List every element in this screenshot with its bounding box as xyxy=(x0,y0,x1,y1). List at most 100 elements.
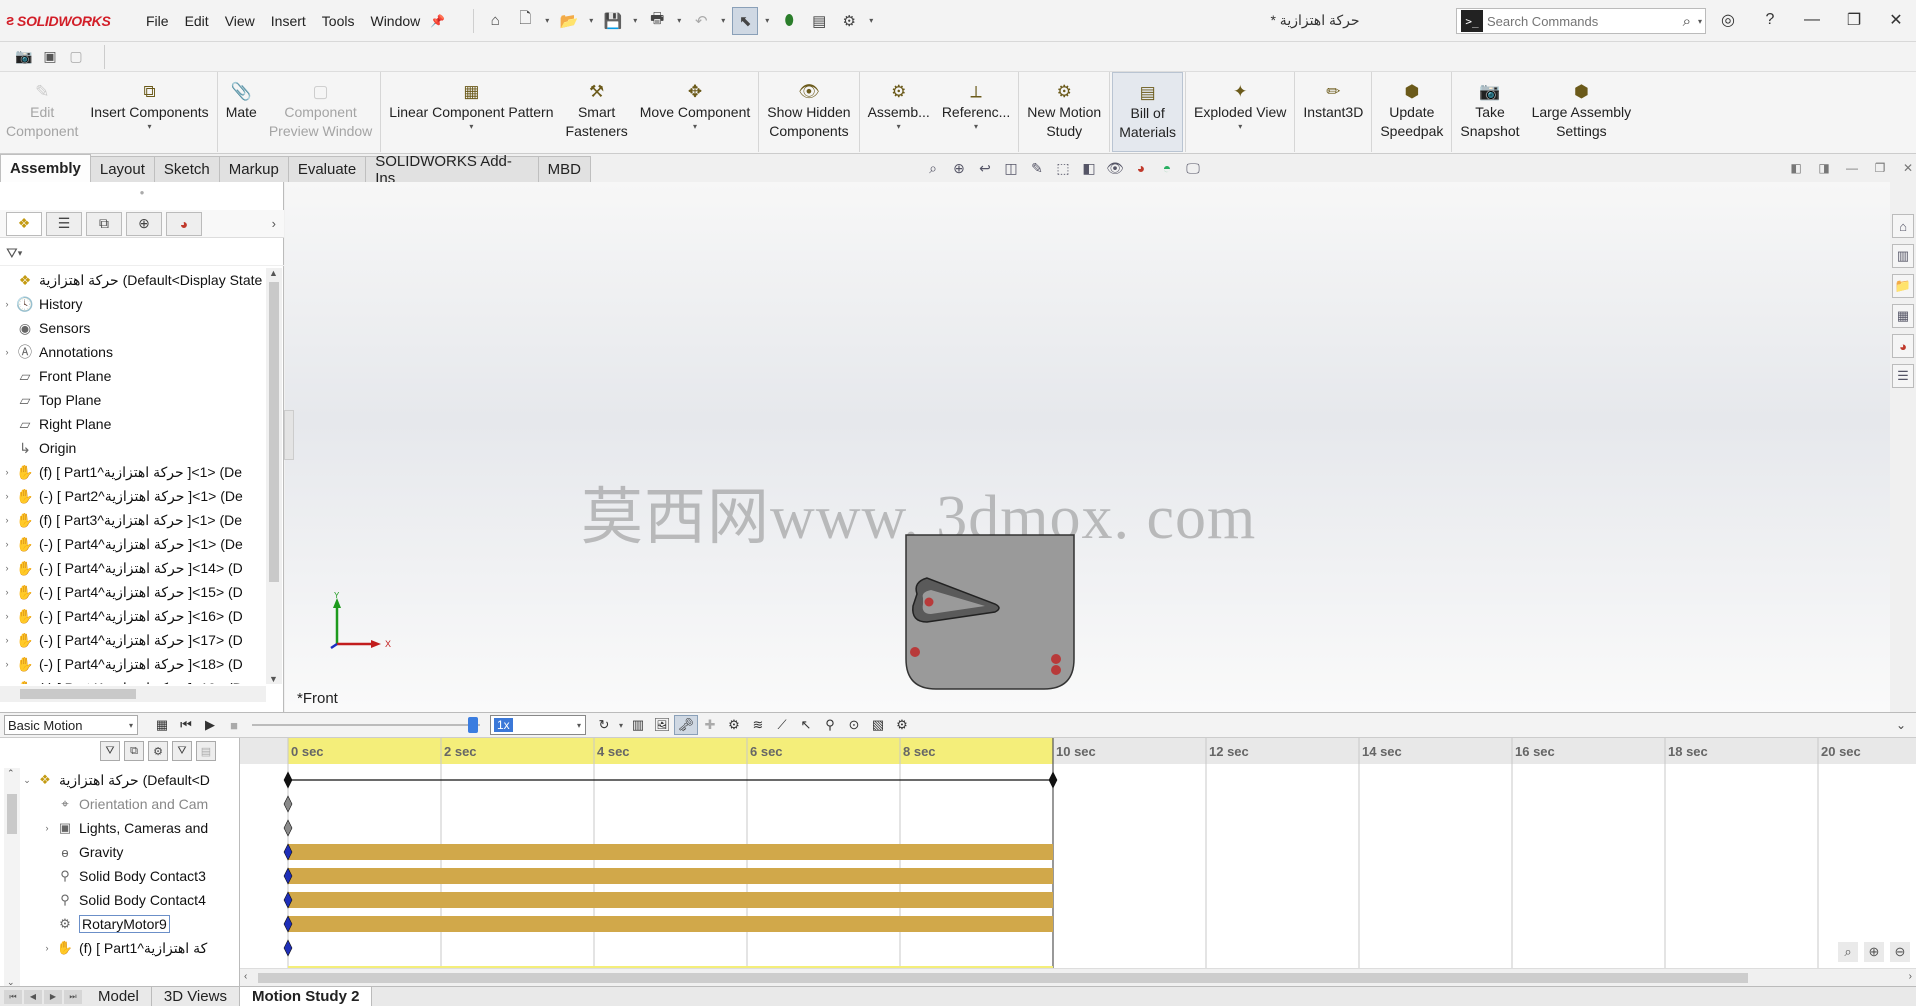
zoom-in-icon[interactable]: ⊕ xyxy=(1864,942,1884,962)
study-type-select[interactable]: Basic Motion ▾ xyxy=(4,715,138,735)
expander-icon[interactable]: › xyxy=(0,563,14,573)
open-dropdown[interactable]: ▾ xyxy=(586,16,596,25)
expander-icon[interactable]: › xyxy=(0,347,14,357)
chevron-down-icon[interactable]: ▾ xyxy=(693,122,697,132)
close-button[interactable]: ✕ xyxy=(1880,6,1912,34)
scroll-up-icon[interactable]: ⌃ xyxy=(7,768,15,779)
expander-icon[interactable]: › xyxy=(0,491,14,501)
gravity-icon[interactable]: ⊙ xyxy=(842,715,866,735)
tab-solidworks-add-ins[interactable]: SOLIDWORKS Add-Ins xyxy=(365,153,539,187)
expander-icon[interactable]: › xyxy=(0,587,14,597)
cmd-reference-geometry[interactable]: ⟂ Referenc... ▾ xyxy=(936,72,1016,152)
dimxpert-tab-icon[interactable]: ⊕ xyxy=(126,211,162,236)
stop-icon[interactable]: ■ xyxy=(222,715,246,735)
search-commands-box[interactable]: >_ ⌕ ▾ xyxy=(1456,8,1706,34)
menu-file[interactable]: File xyxy=(138,13,177,29)
motion-tree-item[interactable]: ⚲ Solid Body Contact4 xyxy=(20,888,236,912)
expander-icon[interactable]: › xyxy=(0,611,14,621)
results-plots-icon[interactable]: ▧ xyxy=(866,715,890,735)
cmd-exploded-view[interactable]: ✦ Exploded View ▾ xyxy=(1188,72,1292,152)
cmd-large-assembly[interactable]: ⬢ Large Assembly Settings xyxy=(1526,72,1638,152)
tab-mbd[interactable]: MBD xyxy=(537,156,591,182)
print-dropdown[interactable]: ▾ xyxy=(674,16,684,25)
expander-icon[interactable]: › xyxy=(0,635,14,645)
viewport-split-icon[interactable]: ◨ xyxy=(1816,160,1832,176)
expander-icon[interactable]: › xyxy=(40,823,54,833)
options-gear-icon[interactable]: ⚙ xyxy=(836,7,862,35)
motion-tree-item[interactable]: ⚙ RotaryMotor9 xyxy=(20,912,236,936)
hide-show-items-icon[interactable]: 👁 xyxy=(1104,158,1126,178)
autokey-icon[interactable]: 🗝 xyxy=(674,715,698,735)
tree-vertical-scrollbar[interactable]: ▲ ▼ xyxy=(266,268,282,684)
next-tab-icon[interactable]: ▶ xyxy=(44,989,62,1004)
restore-button[interactable]: ❐ xyxy=(1838,6,1870,34)
zoom-to-area-icon[interactable]: ⊕ xyxy=(948,158,970,178)
viewport-minimize-button[interactable]: — xyxy=(1844,160,1860,176)
cmd-mate[interactable]: 📎 Mate xyxy=(220,72,263,152)
view-orientation-icon[interactable]: ⬚ xyxy=(1052,158,1074,178)
chevron-down-icon[interactable]: ▾ xyxy=(1238,122,1242,132)
save-icon[interactable]: 💾 xyxy=(600,7,626,35)
tree-item[interactable]: ▱ Top Plane xyxy=(0,388,266,412)
featuremanager-tab-icon[interactable]: ❖ xyxy=(6,211,42,236)
assembly-model[interactable] xyxy=(905,534,1075,690)
tree-item[interactable]: › Ⓐ Annotations xyxy=(0,340,266,364)
chevron-down-icon[interactable]: ▾ xyxy=(974,122,978,132)
play-from-start-icon[interactable]: ⏮ xyxy=(174,715,198,735)
scroll-right-icon[interactable]: › xyxy=(1909,971,1912,982)
file-properties-icon[interactable]: ▤ xyxy=(806,7,832,35)
appearances-icon[interactable]: ◕ xyxy=(1892,334,1914,358)
scrollbar-thumb[interactable] xyxy=(20,689,136,699)
rebuild-traffic-light-icon[interactable]: ⬮ xyxy=(776,7,802,35)
cmd-smart-fasteners[interactable]: ⚒ Smart Fasteners xyxy=(560,72,634,152)
slider-handle[interactable] xyxy=(468,717,478,733)
motion-timeline[interactable]: 0 sec 2 sec 4 sec 6 sec 8 sec 10 sec 12 sec 14 … xyxy=(240,738,1916,968)
cmd-insert-components[interactable]: ⧉ Insert Components ▾ xyxy=(84,72,214,152)
playback-speed-select[interactable]: 1x ▾ xyxy=(490,715,586,735)
filter-selected-icon[interactable]: ⚙ xyxy=(148,741,168,761)
contact-icon[interactable]: ⚲ xyxy=(818,715,842,735)
tree-filter[interactable]: ⛛ ▾ xyxy=(0,242,284,266)
scrollbar-thumb[interactable] xyxy=(269,282,279,582)
tree-item[interactable]: › ✋ (-) [ Part4^حركة اهتزازية ]<15> (D xyxy=(0,580,266,604)
configurationmanager-tab-icon[interactable]: ⧉ xyxy=(86,211,122,236)
scrollbar-thumb[interactable] xyxy=(258,973,1748,983)
view-palette-icon[interactable]: ▦ xyxy=(1892,304,1914,328)
collapse-motion-manager-icon[interactable]: ⌄ xyxy=(1896,718,1906,732)
tree-item[interactable]: › ✋ (-) [ Part4^حركة اهتزازية ]<18> (D xyxy=(0,652,266,676)
cmd-move-component[interactable]: ✥ Move Component ▾ xyxy=(634,72,757,152)
cmd-show-hidden[interactable]: 👁 Show Hidden Components xyxy=(761,72,856,152)
menu-edit[interactable]: Edit xyxy=(177,13,217,29)
account-icon[interactable]: ◎ xyxy=(1712,6,1744,34)
timeline-canvas[interactable]: 0 sec 2 sec 4 sec 6 sec 8 sec 10 sec 12 sec 14 … xyxy=(240,738,1916,968)
scroll-down-icon[interactable]: ▼ xyxy=(269,674,278,684)
tree-item[interactable]: › ✋ (-) [ Part4^حركة اهتزازية ]<14> (D xyxy=(0,556,266,580)
filter-collapse-icon[interactable]: ▤ xyxy=(196,741,216,761)
viewport-close-button[interactable]: ✕ xyxy=(1900,160,1916,176)
display-style-icon[interactable]: ◧ xyxy=(1078,158,1100,178)
damper-icon[interactable]: ⟋ xyxy=(770,715,794,735)
panel-splitter[interactable] xyxy=(284,410,294,460)
motion-tree-item[interactable]: › ✋ (f) [ Part1^كة اهتزازية xyxy=(20,936,236,960)
tree-item[interactable]: ❖ حركة اهتزازية (Default<Display State xyxy=(0,268,266,292)
tab-evaluate[interactable]: Evaluate xyxy=(287,156,367,182)
options-dropdown[interactable]: ▾ xyxy=(866,16,876,25)
cmd-assembly-features[interactable]: ⚙ Assemb... ▾ xyxy=(862,72,936,152)
save-animation-icon[interactable]: ▥ xyxy=(626,715,650,735)
spring-icon[interactable]: ≋ xyxy=(746,715,770,735)
propertymanager-tab-icon[interactable]: ☰ xyxy=(46,211,82,236)
filter-driving-icon[interactable]: ⧉ xyxy=(124,741,144,761)
filter-animated-icon[interactable]: ⛛ xyxy=(100,741,120,761)
solidworks-resources-icon[interactable]: ⌂ xyxy=(1892,214,1914,238)
tree-item[interactable]: ›✋(-) [ Part4^حركة اهتزازية ]<19> (D xyxy=(0,676,266,685)
undo-dropdown[interactable]: ▾ xyxy=(718,16,728,25)
expander-icon[interactable]: › xyxy=(40,943,54,953)
tree-horizontal-scrollbar[interactable] xyxy=(0,686,266,702)
chevron-down-icon[interactable]: ▾ xyxy=(469,122,473,132)
dynamic-annotation-icon[interactable]: ✎ xyxy=(1026,158,1048,178)
motion-tree-item[interactable]: ɵ Gravity xyxy=(20,840,236,864)
design-library-icon[interactable]: ▥ xyxy=(1892,244,1914,268)
tab-assembly[interactable]: Assembly xyxy=(0,154,91,182)
cmd-edit-component[interactable]: ✎ Edit Component xyxy=(0,72,84,152)
scroll-left-icon[interactable]: ‹ xyxy=(244,971,247,982)
